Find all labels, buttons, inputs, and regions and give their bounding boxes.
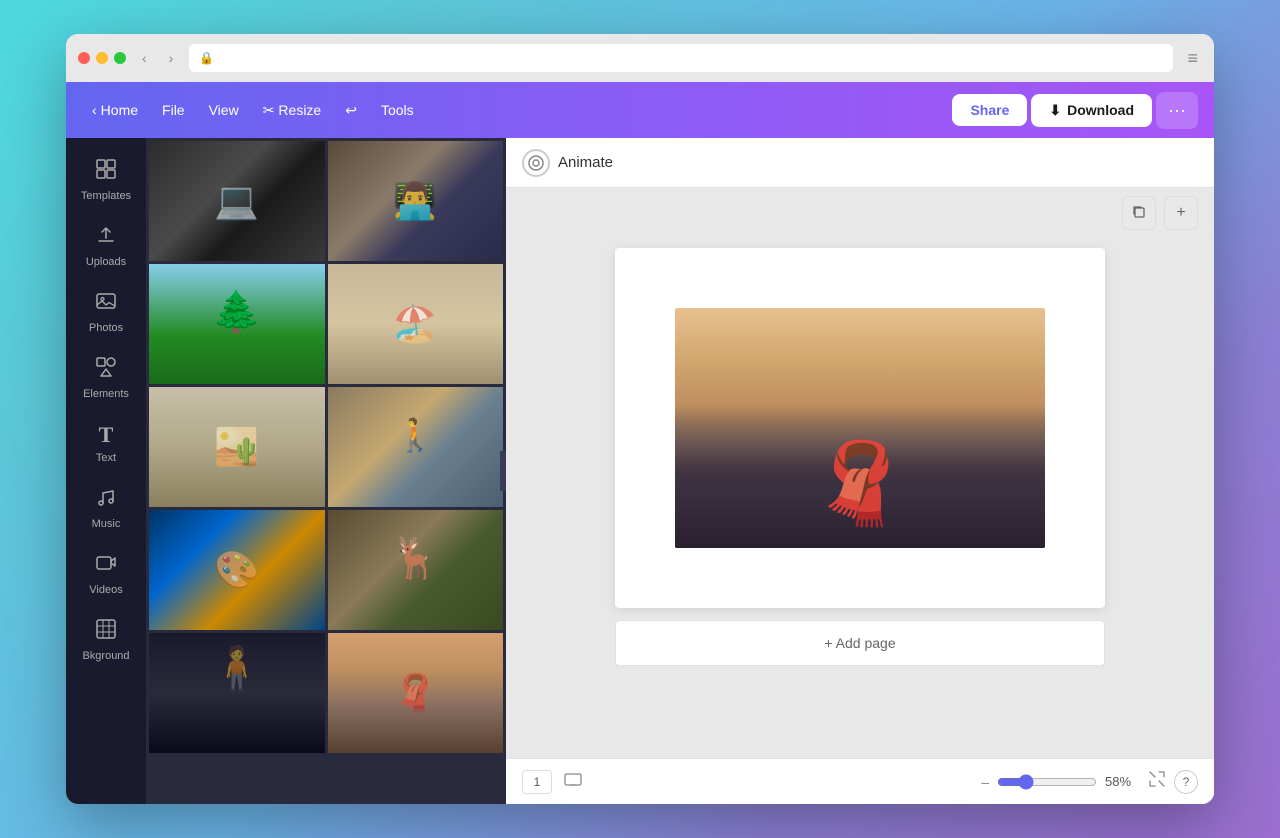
browser-chrome: ‹ › 🔒 ≡ [66, 34, 1214, 82]
zoom-out-icon: – [981, 774, 989, 790]
fullscreen-button[interactable] [1148, 770, 1166, 793]
media-item[interactable] [328, 141, 504, 261]
animate-icon [522, 149, 550, 177]
animate-label: Animate [558, 154, 613, 171]
canvas-actions: + [506, 188, 1214, 238]
animate-bar: Animate [506, 138, 1214, 188]
page-canvas: 🧣 [615, 248, 1105, 608]
zoom-slider[interactable] [997, 774, 1097, 790]
sidebar-item-label: Templates [81, 190, 131, 202]
media-item[interactable] [328, 264, 504, 384]
share-button[interactable]: Share [952, 94, 1027, 126]
media-item[interactable] [328, 510, 504, 630]
help-button[interactable]: ? [1174, 770, 1198, 794]
sidebar-item-label: Bkground [82, 650, 129, 662]
forward-button[interactable]: › [163, 46, 180, 70]
sidebar-item-label: Uploads [86, 256, 126, 268]
duplicate-icon [1131, 204, 1147, 223]
sidebar-item-uploads[interactable]: Uploads [70, 214, 142, 278]
main-canvas-photo: 🧣 [675, 308, 1045, 548]
sidebar-item-elements[interactable]: Elements [70, 346, 142, 410]
text-icon: T [99, 422, 114, 448]
sidebar-item-photos[interactable]: Photos [70, 280, 142, 344]
media-item[interactable] [149, 264, 325, 384]
file-button[interactable]: File [152, 96, 195, 124]
undo-button[interactable]: ↩ [335, 96, 367, 125]
resize-icon: ✂ [263, 102, 275, 119]
toolbar: ‹ Home File View ✂ Resize ↩ Tools Share … [66, 82, 1214, 138]
browser-window: ‹ › 🔒 ≡ ‹ Home File View ✂ Resize ↩ Tool… [66, 34, 1214, 804]
sidebar: Templates Uploads [66, 138, 146, 804]
tools-button[interactable]: Tools [371, 96, 424, 124]
media-item[interactable] [328, 387, 504, 507]
sidebar-item-templates[interactable]: Templates [70, 148, 142, 212]
media-item[interactable] [328, 633, 504, 753]
view-button[interactable]: View [199, 96, 249, 124]
traffic-lights [78, 52, 126, 64]
photo-person: 🧣 [810, 444, 910, 524]
sidebar-item-label: Elements [83, 388, 129, 400]
elements-icon [95, 356, 117, 384]
address-bar[interactable]: 🔒 [189, 44, 1173, 72]
media-item[interactable] [149, 633, 325, 753]
home-button[interactable]: ‹ Home [82, 96, 148, 124]
zoom-percent-label: 58% [1105, 774, 1140, 789]
sidebar-item-label: Music [92, 518, 121, 530]
minimize-button[interactable] [96, 52, 108, 64]
add-page-inline-button[interactable]: + [1164, 196, 1198, 230]
back-button[interactable]: ‹ [136, 46, 153, 70]
close-button[interactable] [78, 52, 90, 64]
page-indicator: 1 [522, 770, 552, 794]
duplicate-page-button[interactable] [1122, 196, 1156, 230]
sidebar-item-label: Text [96, 452, 116, 464]
main-content: Templates Uploads [66, 138, 1214, 804]
zoom-control: – 58% [981, 774, 1140, 790]
bottom-bar: 1 – 58% [506, 758, 1214, 804]
download-icon: ⬇ [1049, 102, 1061, 119]
canvas-scroll[interactable]: 🧣 + Add page [506, 238, 1214, 758]
undo-icon: ↩ [345, 102, 357, 119]
sidebar-item-label: Photos [89, 322, 123, 334]
lock-icon: 🔒 [199, 51, 214, 65]
music-icon [95, 486, 117, 514]
home-icon: ‹ [92, 102, 97, 118]
browser-menu-button[interactable]: ≡ [1183, 44, 1202, 73]
sidebar-item-label: Videos [89, 584, 122, 596]
media-panel: ‹ [146, 138, 506, 804]
photos-icon [95, 290, 117, 318]
sidebar-item-videos[interactable]: Videos [70, 542, 142, 606]
more-options-button[interactable]: ··· [1156, 92, 1198, 129]
templates-icon [95, 158, 117, 186]
add-icon: + [1176, 204, 1185, 222]
device-view-button[interactable] [560, 766, 586, 797]
collapse-panel-handle[interactable]: ‹ [500, 451, 506, 491]
media-item[interactable] [149, 141, 325, 261]
sidebar-item-text[interactable]: T Text [70, 412, 142, 474]
background-icon [95, 618, 117, 646]
resize-button[interactable]: ✂ Resize [253, 96, 332, 125]
maximize-button[interactable] [114, 52, 126, 64]
sidebar-item-music[interactable]: Music [70, 476, 142, 540]
add-page-button[interactable]: + Add page [615, 620, 1105, 666]
sidebar-item-background[interactable]: Bkground [70, 608, 142, 672]
download-button[interactable]: ⬇ Download [1031, 94, 1152, 127]
media-item[interactable] [149, 510, 325, 630]
media-grid [146, 138, 506, 756]
videos-icon [95, 552, 117, 580]
uploads-icon [95, 224, 117, 252]
media-item[interactable] [149, 387, 325, 507]
canvas-area: Animate + [506, 138, 1214, 804]
